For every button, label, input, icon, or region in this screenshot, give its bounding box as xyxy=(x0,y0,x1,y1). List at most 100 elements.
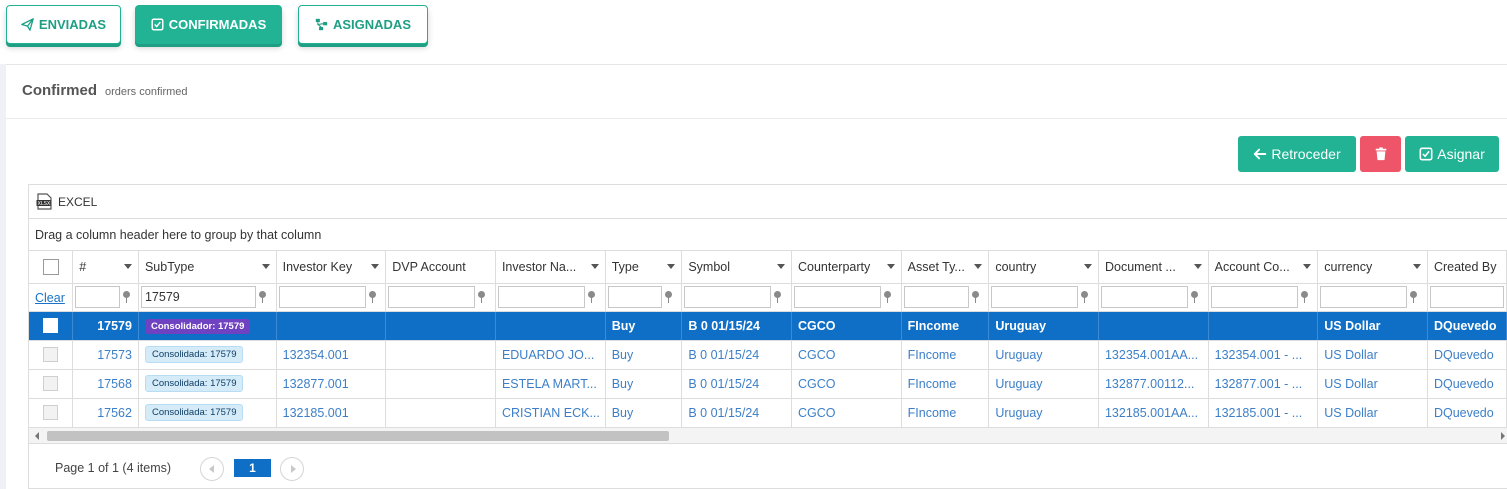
select-all-checkbox[interactable] xyxy=(43,258,59,275)
filter-input[interactable] xyxy=(75,286,121,308)
column-menu-chevron-icon[interactable] xyxy=(261,264,270,269)
row-select-cell[interactable] xyxy=(29,311,74,341)
clear-filters-link[interactable]: Clear xyxy=(35,291,65,305)
filter-input[interactable] xyxy=(1100,286,1188,308)
prev-page-icon[interactable] xyxy=(200,457,224,481)
document: 132877.00112... xyxy=(1098,369,1209,399)
row-checkbox[interactable] xyxy=(43,376,58,392)
column-header[interactable]: DVP Account xyxy=(385,251,496,284)
group-panel[interactable]: Drag a column header here to group by th… xyxy=(29,219,1507,251)
table-row[interactable]: 17562 Consolidada: 17579 132185.001 CRIS… xyxy=(29,398,1507,428)
filter-input[interactable] xyxy=(278,286,366,308)
filter-options-icon[interactable] xyxy=(773,291,782,303)
country: Uruguay xyxy=(988,369,1099,399)
column-header[interactable]: Asset Ty... xyxy=(901,251,990,284)
filter-row: Clear 17579 xyxy=(29,283,1507,312)
filter-input[interactable] xyxy=(684,286,772,308)
filter-input[interactable] xyxy=(991,286,1079,308)
delete-button[interactable] xyxy=(1360,136,1401,172)
filter-options-icon[interactable] xyxy=(368,291,377,303)
created-by: DQuevedo xyxy=(1427,311,1507,341)
filter-options-icon[interactable] xyxy=(1409,291,1418,303)
table-row[interactable]: 17579 Consolidador: 17579 Buy B 0 01/15/… xyxy=(29,311,1507,341)
scroll-right-arrow-icon[interactable] xyxy=(1501,432,1505,440)
filter-options-icon[interactable] xyxy=(122,291,131,303)
column-menu-chevron-icon[interactable] xyxy=(1412,264,1421,269)
filter-input[interactable] xyxy=(1320,286,1408,308)
column-menu-chevron-icon[interactable] xyxy=(974,264,983,269)
filter-input[interactable] xyxy=(1210,286,1298,308)
filter-options-icon[interactable] xyxy=(883,291,892,303)
column-menu-chevron-icon[interactable] xyxy=(1083,264,1092,269)
column-menu-chevron-icon[interactable] xyxy=(123,264,132,269)
excel-export-button[interactable]: XLSX EXCEL xyxy=(36,193,97,210)
filter-options-icon[interactable] xyxy=(1300,291,1309,303)
row-checkbox[interactable] xyxy=(43,318,58,334)
row-checkbox[interactable] xyxy=(43,347,58,363)
table-row[interactable]: 17568 Consolidada: 17579 132877.001 ESTE… xyxy=(29,369,1507,399)
column-menu-chevron-icon[interactable] xyxy=(886,264,895,269)
filter-options-icon[interactable] xyxy=(664,291,673,303)
filter-options-icon[interactable] xyxy=(1190,291,1199,303)
column-menu-chevron-icon[interactable] xyxy=(1303,264,1312,269)
column-header[interactable]: Account Co... xyxy=(1208,251,1319,284)
column-menu-chevron-icon[interactable] xyxy=(371,264,380,269)
header-row: # SubType Investor Key DVP Account Inves… xyxy=(29,251,1507,284)
filter-options-icon[interactable] xyxy=(587,291,596,303)
column-header[interactable]: Created By xyxy=(1427,251,1507,284)
table-row[interactable]: 17573 Consolidada: 17579 132354.001 EDUA… xyxy=(29,340,1507,370)
filter-input[interactable] xyxy=(388,286,476,308)
column-header[interactable]: Symbol xyxy=(681,251,792,284)
paper-plane-icon xyxy=(21,18,34,31)
subtype-cell: Consolidada: 17579 xyxy=(138,340,277,370)
row-select-cell[interactable] xyxy=(29,398,74,428)
filter-options-icon[interactable] xyxy=(477,291,486,303)
tab-asignadas[interactable]: ASIGNADAS xyxy=(298,5,428,44)
column-menu-chevron-icon[interactable] xyxy=(590,264,599,269)
column-header[interactable]: Investor Na... xyxy=(495,251,606,284)
filter-cell xyxy=(681,283,792,312)
row-checkbox[interactable] xyxy=(43,405,58,421)
horizontal-scrollbar[interactable] xyxy=(29,428,1507,444)
next-page-icon[interactable] xyxy=(280,457,304,481)
investor-key: 132877.001 xyxy=(276,369,387,399)
column-header[interactable]: Investor Key xyxy=(276,251,387,284)
row-select-cell[interactable] xyxy=(29,340,74,370)
column-header[interactable]: currency xyxy=(1317,251,1428,284)
subtype-filter-input[interactable]: 17579 xyxy=(140,286,256,308)
order-type: Buy xyxy=(605,398,683,428)
filter-cell xyxy=(605,283,683,312)
column-menu-chevron-icon[interactable] xyxy=(777,264,785,269)
filter-input[interactable] xyxy=(794,286,881,308)
column-header[interactable]: SubType xyxy=(138,251,277,284)
row-select-cell[interactable] xyxy=(29,369,74,399)
back-button[interactable]: Retroceder xyxy=(1238,136,1356,172)
filter-input[interactable] xyxy=(1429,286,1504,308)
filter-input[interactable] xyxy=(607,286,662,308)
currency: US Dollar xyxy=(1317,398,1428,428)
filter-cell xyxy=(1098,283,1209,312)
select-all-cell[interactable] xyxy=(29,251,74,284)
column-menu-chevron-icon[interactable] xyxy=(1193,264,1202,269)
filter-input[interactable] xyxy=(903,286,969,308)
column-header[interactable]: Counterparty xyxy=(791,251,902,284)
tab-confirmadas[interactable]: CONFIRMADAS xyxy=(135,5,282,44)
subtype-cell: Consolidada: 17579 xyxy=(138,398,277,428)
column-header[interactable]: Document ... xyxy=(1098,251,1209,284)
assign-button[interactable]: Asignar xyxy=(1405,136,1499,172)
column-header[interactable]: Type xyxy=(605,251,683,284)
filter-cell xyxy=(385,283,496,312)
filter-options-icon[interactable] xyxy=(258,291,267,303)
filter-options-icon[interactable] xyxy=(1080,291,1089,303)
filter-input[interactable] xyxy=(497,286,585,308)
scrollbar-thumb[interactable] xyxy=(47,431,669,441)
page-number-button[interactable]: 1 xyxy=(234,459,271,477)
filter-options-icon[interactable] xyxy=(971,291,980,303)
investor-name xyxy=(495,311,606,341)
scroll-left-arrow-icon[interactable] xyxy=(35,432,39,440)
dvp-account xyxy=(385,398,496,428)
column-header[interactable]: country xyxy=(988,251,1099,284)
tab-enviadas[interactable]: ENVIADAS xyxy=(6,5,121,44)
column-menu-chevron-icon[interactable] xyxy=(667,264,676,269)
column-header[interactable]: # xyxy=(72,251,139,284)
